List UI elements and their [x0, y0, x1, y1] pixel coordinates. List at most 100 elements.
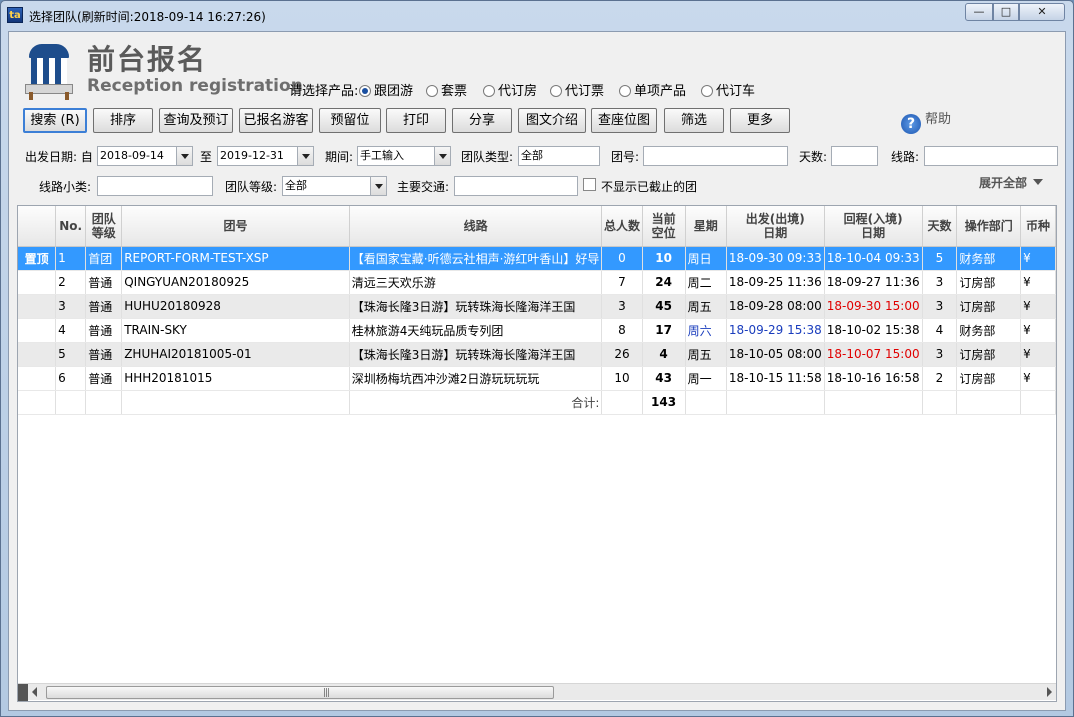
- route-input[interactable]: [924, 146, 1058, 166]
- team-table[interactable]: No. 团队 等级 团号 线路 总人数 当前 空位 星期 出发(出境) 日期 回程(入…: [17, 205, 1057, 702]
- dropdown-arrow-icon[interactable]: [297, 147, 313, 165]
- days-cell: 4: [922, 318, 958, 343]
- table-row[interactable]: 3 普通 HUHU20180928 【珠海长隆3日游】玩转珠海长隆海洋王国 3 …: [18, 294, 1056, 319]
- no-cell: 2: [55, 270, 87, 295]
- table-row[interactable]: 6 普通 HHH20181015 深圳杨梅坑西冲沙滩2日游玩玩玩玩 10 43 …: [18, 366, 1056, 391]
- team-grid: No. 团队 等级 团号 线路 总人数 当前 空位 星期 出发(出境) 日期 回程(入…: [18, 206, 1056, 415]
- col-days-header[interactable]: 天数: [922, 206, 958, 247]
- col-team-no-header[interactable]: 团号: [121, 206, 350, 247]
- main-window: ta 选择团队(刷新时间:2018-09-14 16:27:26) — □ ✕ …: [0, 0, 1074, 717]
- title-bar[interactable]: ta 选择团队(刷新时间:2018-09-14 16:27:26) — □ ✕: [1, 1, 1073, 31]
- col-total-header[interactable]: 总人数: [601, 206, 643, 247]
- scroll-thumb[interactable]: |||: [46, 686, 554, 699]
- transport-input[interactable]: [454, 176, 578, 196]
- intro-button[interactable]: 图文介绍: [518, 108, 586, 133]
- search-button[interactable]: 搜索 (R): [23, 108, 87, 133]
- hide-closed-checkbox[interactable]: [583, 178, 596, 191]
- route-cell: 【珠海长隆3日游】玩转珠海长隆海洋王国: [349, 342, 603, 367]
- dropdown-arrow-icon[interactable]: [434, 147, 450, 165]
- product-radio-car[interactable]: 代订车: [701, 80, 755, 99]
- route-cell: 【珠海长隆3日游】玩转珠海长隆海洋王国: [349, 294, 603, 319]
- days-input[interactable]: [831, 146, 878, 166]
- total-cell: 26: [601, 342, 643, 367]
- dept-cell: 财务部: [956, 318, 1022, 343]
- radio-icon: [426, 85, 438, 97]
- team-level-select[interactable]: 全部: [282, 176, 387, 196]
- level-cell: 普通: [85, 318, 123, 343]
- col-dept-header[interactable]: 操作部门: [956, 206, 1022, 247]
- print-button[interactable]: 打印: [386, 108, 446, 133]
- days-cell: 3: [922, 270, 958, 295]
- return-cell: 18-10-02 15:38: [824, 318, 923, 343]
- weekday-cell: 周二: [685, 270, 727, 295]
- product-radio-ticket[interactable]: 代订票: [550, 80, 604, 99]
- col-route-header[interactable]: 线路: [349, 206, 603, 247]
- table-row[interactable]: 5 普通 ZHUHAI20181005-01 【珠海长隆3日游】玩转珠海长隆海洋…: [18, 342, 1056, 367]
- route-subtype-input[interactable]: [97, 176, 213, 196]
- weekday-cell: 周一: [685, 366, 727, 391]
- currency-cell: ¥: [1020, 318, 1056, 343]
- expand-all-link[interactable]: 展开全部: [979, 174, 1043, 191]
- date-to-picker[interactable]: 2019-12-31: [217, 146, 314, 166]
- period-select[interactable]: 手工输入: [357, 146, 451, 166]
- team-no-input[interactable]: [643, 146, 788, 166]
- col-level-header[interactable]: 团队 等级: [85, 206, 123, 247]
- total-cell: 7: [601, 270, 643, 295]
- app-icon: ta: [7, 7, 23, 23]
- query-book-button[interactable]: 查询及预订: [159, 108, 233, 133]
- dropdown-arrow-icon[interactable]: [370, 177, 386, 195]
- team-no-cell: HUHU20180928: [121, 294, 350, 319]
- dropdown-arrow-icon[interactable]: [176, 147, 192, 165]
- team-type-input[interactable]: 全部: [518, 146, 600, 166]
- return-cell: 18-10-07 15:00: [824, 342, 923, 367]
- product-radio-hotel[interactable]: 代订房: [483, 80, 537, 99]
- depart-cell: 18-09-30 09:33: [726, 246, 825, 271]
- product-radio-tour[interactable]: 跟团游: [359, 80, 413, 99]
- scroll-left-icon[interactable]: [32, 687, 37, 697]
- level-cell: 首团: [85, 246, 123, 271]
- col-return-header[interactable]: 回程(入境) 日期: [824, 206, 923, 247]
- table-row[interactable]: 4 普通 TRAIN-SKY 桂林旅游4天纯玩品质专列团 8 17 周六 18-…: [18, 318, 1056, 343]
- return-cell: 18-10-16 16:58: [824, 366, 923, 391]
- filter-button[interactable]: 筛选: [664, 108, 724, 133]
- date-from-picker[interactable]: 2018-09-14: [97, 146, 193, 166]
- weekday-cell: 周五: [685, 294, 727, 319]
- total-cell: 10: [601, 366, 643, 391]
- pin-cell: [18, 270, 57, 295]
- product-radio-single[interactable]: 单项产品: [619, 80, 686, 99]
- horizontal-scrollbar[interactable]: |||: [18, 683, 1056, 701]
- scroll-right-icon[interactable]: [1047, 687, 1052, 697]
- table-row[interactable]: 置顶 1 首团 REPORT-FORM-TEST-XSP 【看国家宝藏·听德云社…: [18, 246, 1056, 271]
- col-weekday-header[interactable]: 星期: [685, 206, 727, 247]
- more-button[interactable]: 更多: [730, 108, 790, 133]
- minimize-button[interactable]: —: [965, 3, 993, 21]
- total-cell: 8: [601, 318, 643, 343]
- currency-cell: ¥: [1020, 366, 1056, 391]
- help-link[interactable]: ? 帮助: [901, 108, 951, 134]
- dept-cell: 财务部: [956, 246, 1022, 271]
- close-button[interactable]: ✕: [1019, 3, 1065, 21]
- product-radio-package[interactable]: 套票: [426, 80, 467, 99]
- days-label: 天数:: [799, 150, 828, 164]
- col-no-header[interactable]: No.: [55, 206, 87, 247]
- pin-cell: 置顶: [18, 246, 57, 271]
- team-no-cell: QINGYUAN20180925: [121, 270, 350, 295]
- table-summary-row: 合计: 143: [18, 390, 1056, 415]
- sort-button[interactable]: 排序: [93, 108, 153, 133]
- seat-map-button[interactable]: 查座位图: [591, 108, 657, 133]
- reserve-seat-button[interactable]: 预留位: [319, 108, 381, 133]
- registered-guests-button[interactable]: 已报名游客: [239, 108, 313, 133]
- pin-cell: [18, 342, 57, 367]
- client-area: 前台报名 Reception registration 请选择产品: 跟团游 套…: [8, 31, 1066, 711]
- page-title: 前台报名: [87, 43, 208, 76]
- pin-cell: [18, 366, 57, 391]
- col-vacancy-header[interactable]: 当前 空位: [642, 206, 686, 247]
- days-cell: 3: [922, 294, 958, 319]
- col-currency-header[interactable]: 币种: [1020, 206, 1056, 247]
- share-button[interactable]: 分享: [452, 108, 512, 133]
- beach-chair-logo-icon: [23, 44, 75, 100]
- maximize-button[interactable]: □: [993, 3, 1019, 21]
- col-depart-header[interactable]: 出发(出境) 日期: [726, 206, 825, 247]
- table-row[interactable]: 2 普通 QINGYUAN20180925 清远三天欢乐游 7 24 周二 18…: [18, 270, 1056, 295]
- no-cell: 1: [55, 246, 87, 271]
